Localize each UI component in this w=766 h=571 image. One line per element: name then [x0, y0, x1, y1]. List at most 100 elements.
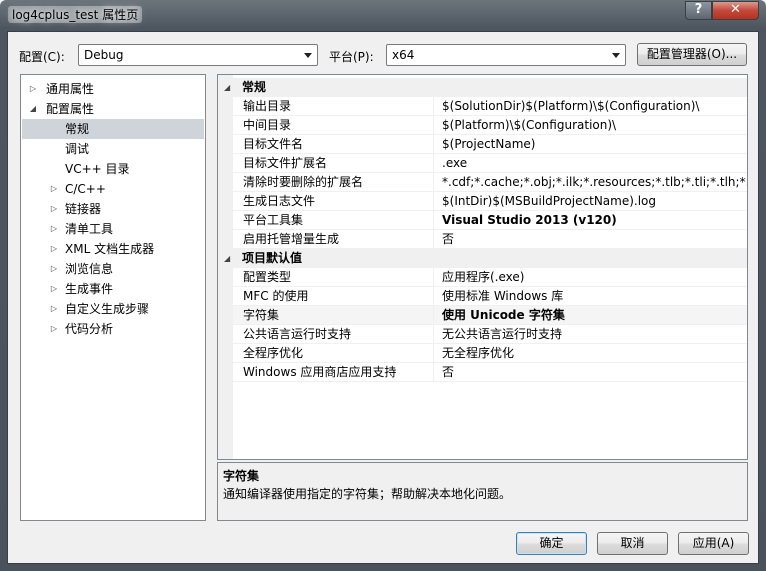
help-button[interactable]: ? [685, 1, 712, 20]
collapse-icon[interactable]: ◢ [224, 249, 230, 268]
property-value[interactable]: 无公共语言运行时支持 [442, 325, 562, 343]
category-label: 项目默认值 [242, 251, 303, 265]
tree-item-label: 浏览信息 [65, 262, 114, 276]
property-row[interactable]: 配置类型 应用程序(.exe) [233, 268, 747, 287]
property-name: 平台工具集 [243, 213, 304, 227]
property-tree[interactable]: ▷ 通用属性 ◢ 配置属性 常规 调试 VC++ 目录 ▷ C/C++ ▷ 链接… [20, 74, 206, 521]
property-row[interactable]: 输出目录 $(SolutionDir)$(Platform)\$(Configur… [233, 97, 747, 116]
description-panel: 字符集 通知编译器使用指定的字符集；帮助解决本地化问题。 [217, 462, 748, 521]
property-name: 配置类型 [243, 270, 292, 284]
property-value[interactable]: 否 [442, 230, 454, 248]
tree-item-label: 链接器 [65, 202, 102, 216]
property-value[interactable]: .exe [442, 154, 467, 172]
property-row[interactable]: MFC 的使用 使用标准 Windows 库 [233, 287, 747, 306]
description-title: 字符集 [223, 469, 260, 483]
property-value[interactable]: 使用 Unicode 字符集 [442, 306, 565, 324]
tree-item-label: 调试 [65, 142, 90, 156]
column-divider [433, 268, 434, 286]
platform-value: x64 [392, 48, 415, 62]
title-bar[interactable]: log4cplus_test 属性页 ? ✕ [0, 0, 766, 30]
expand-icon[interactable]: ▷ [49, 239, 59, 259]
tree-item-label: XML 文档生成器 [65, 242, 155, 256]
tree-item-label: C/C++ [65, 182, 106, 196]
chevron-down-icon [612, 53, 620, 58]
property-row-selected[interactable]: 字符集 使用 Unicode 字符集 [233, 306, 747, 325]
collapse-icon[interactable]: ◢ [224, 78, 230, 97]
expand-icon[interactable]: ▷ [49, 279, 59, 299]
property-row[interactable]: 全程序优化 无全程序优化 [233, 344, 747, 363]
column-divider [433, 173, 434, 191]
property-row[interactable]: 中间目录 $(Platform)\$(Configuration)\ [233, 116, 747, 135]
tree-item-general[interactable]: 常规 [22, 119, 204, 139]
tree-item-label: 代码分析 [65, 322, 114, 336]
expand-icon[interactable]: ▷ [49, 199, 59, 219]
help-icon: ? [694, 2, 703, 17]
property-row[interactable]: 清除时要删除的扩展名 *.cdf;*.cache;*.obj;*.ilk;*.re… [233, 173, 747, 192]
property-row[interactable]: 目标文件扩展名 .exe [233, 154, 747, 173]
column-divider [433, 97, 434, 115]
collapse-icon[interactable]: ◢ [28, 99, 38, 119]
column-divider [433, 306, 434, 324]
property-name: 启用托管增量生成 [243, 232, 340, 246]
window-title: log4cplus_test 属性页 [8, 6, 143, 23]
tree-item-label: 生成事件 [65, 282, 114, 296]
property-value[interactable]: Visual Studio 2013 (v120) [442, 211, 617, 229]
property-grid: ◢ 常规 输出目录 $(SolutionDir)$(Platform)\$(Con… [217, 74, 748, 460]
property-row[interactable]: 平台工具集 Visual Studio 2013 (v120) [233, 211, 747, 230]
property-value[interactable]: 无全程序优化 [442, 344, 514, 362]
platform-label: 平台(P): [329, 50, 374, 64]
property-value[interactable]: $(SolutionDir)$(Platform)\$(Configuratio… [442, 97, 699, 115]
cancel-button[interactable]: 取消 [597, 532, 668, 555]
description-text: 通知编译器使用指定的字符集；帮助解决本地化问题。 [223, 487, 512, 501]
tree-item-label: VC++ 目录 [65, 162, 130, 176]
property-row[interactable]: Windows 应用商店应用支持 否 [233, 363, 747, 382]
property-value[interactable]: *.cdf;*.cache;*.obj;*.ilk;*.resources;*.… [442, 173, 747, 191]
property-name: 字符集 [243, 308, 280, 322]
column-divider [433, 211, 434, 229]
column-divider [433, 325, 434, 343]
property-row[interactable]: 公共语言运行时支持 无公共语言运行时支持 [233, 325, 747, 344]
column-divider [433, 344, 434, 362]
category-label: 常规 [242, 80, 267, 94]
apply-button[interactable]: 应用(A) [678, 532, 749, 555]
property-value[interactable]: 使用标准 Windows 库 [442, 287, 563, 305]
column-divider [433, 192, 434, 210]
property-value[interactable]: 应用程序(.exe) [442, 268, 524, 286]
property-row[interactable]: 目标文件名 $(ProjectName) [233, 135, 747, 154]
config-dropdown[interactable]: Debug [78, 44, 318, 66]
property-value[interactable]: $(ProjectName) [442, 135, 535, 153]
property-name: 清除时要删除的扩展名 [243, 175, 364, 189]
column-divider [433, 363, 434, 381]
expand-icon[interactable]: ▷ [49, 219, 59, 239]
expand-icon[interactable]: ▷ [49, 259, 59, 279]
chevron-down-icon [304, 53, 312, 58]
column-divider [433, 154, 434, 172]
property-name: MFC 的使用 [243, 289, 309, 303]
property-row[interactable]: 生成日志文件 $(IntDir)$(MSBuildProjectName).log [233, 192, 747, 211]
property-value[interactable]: 否 [442, 363, 454, 381]
column-divider [433, 230, 434, 248]
close-button[interactable]: ✕ [712, 1, 759, 20]
property-name: 全程序优化 [243, 346, 304, 360]
expand-icon[interactable]: ▷ [49, 179, 59, 199]
config-manager-button[interactable]: 配置管理器(O)... [637, 43, 747, 66]
category-project-defaults[interactable]: ◢ 项目默认值 [218, 249, 747, 268]
expand-icon[interactable]: ▷ [49, 299, 59, 319]
expand-icon[interactable]: ▷ [49, 319, 59, 339]
ok-button[interactable]: 确定 [516, 532, 587, 555]
property-value[interactable]: $(IntDir)$(MSBuildProjectName).log [442, 192, 656, 210]
category-general[interactable]: ◢ 常规 [218, 78, 747, 97]
tree-item-label: 自定义生成步骤 [65, 302, 150, 316]
property-row[interactable]: 启用托管增量生成 否 [233, 230, 747, 249]
tree-item-label: 通用属性 [46, 82, 95, 96]
expand-icon[interactable]: ▷ [28, 79, 38, 99]
property-name: 公共语言运行时支持 [243, 327, 352, 341]
property-name: 目标文件名 [243, 137, 304, 151]
column-divider [433, 287, 434, 305]
platform-dropdown[interactable]: x64 [386, 44, 626, 66]
property-value[interactable]: $(Platform)\$(Configuration)\ [442, 116, 616, 134]
column-divider [433, 116, 434, 134]
property-name: 中间目录 [243, 118, 292, 132]
close-icon: ✕ [730, 2, 741, 17]
tree-item-label: 配置属性 [46, 102, 95, 116]
